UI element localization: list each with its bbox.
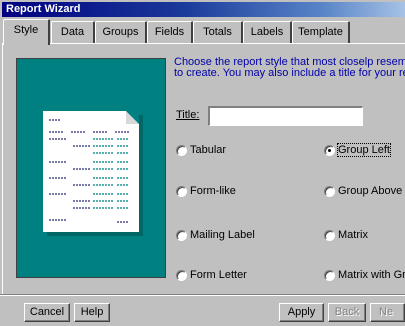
tab-totals[interactable]: Totals [193, 21, 243, 43]
radio-button-icon[interactable] [324, 186, 335, 197]
style-preview [16, 58, 166, 278]
tab-label: Totals [203, 26, 232, 38]
preview-line [117, 145, 129, 147]
radio-button-icon[interactable] [176, 145, 187, 156]
radio-label: Mailing Label [190, 229, 255, 241]
report-wizard-window: Report Wizard Style Data Groups Fields T… [0, 0, 405, 326]
tab-label: Labels [250, 26, 284, 38]
window-title: Report Wizard [6, 3, 81, 15]
preview-line [117, 168, 129, 170]
radio-label: Group Above [338, 185, 403, 197]
title-input[interactable] [208, 106, 363, 126]
preview-line [71, 131, 85, 133]
preview-line [117, 184, 129, 186]
preview-line [73, 145, 91, 147]
preview-line [49, 193, 67, 195]
next-button[interactable]: Ne [370, 303, 405, 322]
tab-fields[interactable]: Fields [147, 21, 193, 43]
preview-line [73, 168, 91, 170]
preview-line [117, 200, 129, 202]
radio-button-icon[interactable] [324, 230, 335, 241]
tab-label: Template [298, 26, 343, 38]
tab-data[interactable]: Data [51, 21, 95, 43]
preview-line [93, 184, 113, 186]
back-button[interactable]: Back [328, 303, 366, 322]
tab-label: Groups [102, 26, 139, 38]
divider [0, 294, 405, 296]
tab-style[interactable]: Style [3, 19, 50, 45]
cancel-button[interactable]: Cancel [24, 303, 70, 322]
tab-label: Data [60, 26, 85, 38]
tab-labels[interactable]: Labels [243, 21, 292, 43]
preview-line [73, 207, 91, 209]
preview-line [117, 152, 129, 154]
preview-line [115, 131, 129, 133]
radio-button-checked-icon[interactable] [324, 145, 335, 156]
preview-line [93, 207, 113, 209]
preview-line [93, 161, 113, 163]
preview-line [49, 161, 67, 163]
radio-label: Form-like [190, 185, 236, 197]
preview-line [117, 177, 129, 179]
preview-line [117, 138, 129, 140]
tab-template[interactable]: Template [292, 21, 350, 43]
page-fold-icon [126, 111, 139, 124]
radio-button-icon[interactable] [176, 230, 187, 241]
radio-label: Matrix with Gr [338, 269, 405, 281]
radio-label: Form Letter [190, 269, 247, 281]
preview-line [93, 152, 113, 154]
preview-line [93, 138, 113, 140]
instructions-line: to create. You may also include a title … [174, 67, 405, 79]
preview-line [117, 221, 129, 223]
preview-paper [43, 111, 139, 232]
preview-line [49, 119, 61, 121]
apply-button[interactable]: Apply [279, 303, 324, 322]
tab-label: Style [13, 24, 39, 36]
preview-line [93, 168, 113, 170]
preview-line [117, 193, 129, 195]
title-label: Title: [176, 109, 199, 121]
radio-label: Matrix [338, 229, 368, 241]
tab-groups[interactable]: Groups [95, 21, 147, 43]
preview-line [73, 200, 91, 202]
preview-line [49, 219, 67, 221]
preview-line [93, 200, 113, 202]
preview-line [93, 131, 107, 133]
preview-line [117, 207, 129, 209]
preview-line [73, 184, 91, 186]
tab-label: Fields [154, 26, 185, 38]
preview-line [117, 161, 129, 163]
radio-button-icon[interactable] [176, 270, 187, 281]
preview-line [49, 138, 67, 140]
radio-label: Group Left [337, 143, 391, 157]
radio-label: Tabular [190, 144, 227, 156]
instructions-text: Choose the report style that most closel… [174, 57, 405, 79]
preview-line [93, 193, 113, 195]
preview-line [49, 177, 67, 179]
help-button[interactable]: Help [74, 303, 110, 322]
title-label-text: Title: [176, 109, 200, 121]
title-bar[interactable]: Report Wizard [2, 2, 405, 17]
radio-button-icon[interactable] [324, 270, 335, 281]
preview-line [49, 131, 63, 133]
preview-line [93, 145, 113, 147]
radio-button-icon[interactable] [176, 186, 187, 197]
preview-line [93, 177, 113, 179]
